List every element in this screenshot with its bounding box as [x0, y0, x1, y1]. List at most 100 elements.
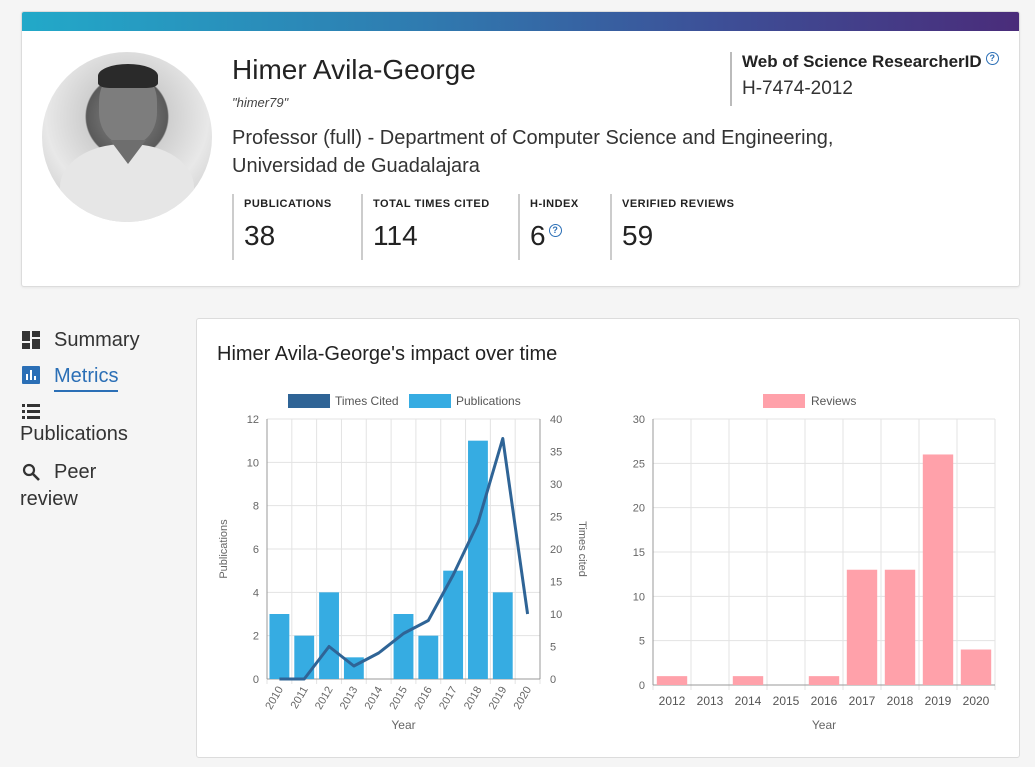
header-gradient-bar — [22, 12, 1019, 31]
x-tick-label: 2011 — [289, 685, 311, 711]
profile-position: Professor (full) - Department of Compute… — [232, 127, 834, 177]
y-tick-label: 25 — [633, 458, 645, 470]
stat-publications: PUBLICATIONS 38 — [232, 194, 361, 260]
stat-h-index: H-INDEX 6 ? — [518, 194, 610, 260]
list-icon — [22, 404, 40, 419]
avatar — [42, 52, 212, 222]
sidebar-item-metrics[interactable]: Metrics — [20, 361, 180, 397]
x-tick-label: 2013 — [697, 694, 724, 708]
y-tick-label: 2 — [253, 631, 259, 643]
stats-row: PUBLICATIONS 38 TOTAL TIMES CITED 114 H-… — [232, 194, 762, 260]
y2-tick-label: 40 — [550, 414, 562, 426]
publications-bar — [468, 440, 488, 679]
researcher-id-block: Web of Science ResearcherID ? H-7474-201… — [730, 52, 999, 106]
y-tick-label: 30 — [633, 414, 645, 426]
y2-tick-label: 35 — [550, 447, 562, 459]
legend-swatch-reviews — [763, 394, 805, 408]
y-tick-label: 4 — [253, 587, 259, 599]
y-tick-label: 0 — [639, 680, 645, 692]
stat-label: PUBLICATIONS — [244, 198, 332, 210]
x-tick-label: 2020 — [512, 685, 535, 712]
sidebar-item-summary[interactable]: Summary — [20, 325, 180, 361]
sidebar-nav: Summary Metrics Publications Peer review — [20, 325, 180, 519]
legend-swatch-publications — [409, 394, 451, 408]
y2-tick-label: 25 — [550, 512, 562, 524]
dashboard-icon — [22, 331, 40, 349]
x-tick-label: 2012 — [659, 694, 686, 708]
x-tick-label: 2015 — [773, 694, 800, 708]
stat-value-wrap: 6 ? — [530, 220, 610, 252]
x-tick-label: 2019 — [487, 685, 510, 712]
y-tick-label: 10 — [633, 591, 645, 603]
legend-label-publications: Publications — [456, 394, 521, 408]
profile-nickname: "himer79" — [232, 95, 289, 110]
reviews-bar — [884, 569, 916, 685]
x-tick-label: 2020 — [963, 694, 990, 708]
x-tick-label: 2014 — [363, 685, 386, 712]
publications-bar — [418, 635, 439, 679]
legend-label-reviews: Reviews — [811, 394, 856, 408]
reviews-bar — [922, 454, 954, 685]
sidebar-item-label: Summary — [54, 329, 140, 351]
y2-tick-label: 15 — [550, 577, 562, 589]
publications-bar — [294, 635, 315, 679]
reviews-bar — [732, 676, 764, 685]
reviews-chart: 0 5 10 15 20 25 30 2012 2013 2014 2015 2016 2017 2018… — [633, 394, 996, 732]
y2-axis-title: Times cited — [576, 521, 588, 577]
impact-chart: 02468101205101520253035402010 2011 2012 201… — [218, 394, 588, 732]
sidebar-item-publications[interactable]: Publications — [20, 397, 180, 459]
profile-name: Himer Avila-George — [232, 54, 476, 85]
x-tick-label: 2016 — [412, 685, 435, 712]
metrics-title: Himer Avila-George's impact over time — [217, 343, 558, 365]
sidebar-item-label: Metrics — [54, 365, 119, 392]
x-tick-label: 2016 — [811, 694, 838, 708]
stat-value: 38 — [244, 220, 276, 251]
stat-label: TOTAL TIMES CITED — [373, 198, 490, 210]
stat-value: 6 — [530, 220, 546, 251]
y-tick-label: 10 — [247, 457, 259, 469]
reviews-bar — [808, 676, 840, 685]
y2-tick-label: 30 — [550, 479, 562, 491]
x-tick-label: 2019 — [925, 694, 952, 708]
reviews-bar — [656, 676, 688, 685]
help-icon[interactable]: ? — [548, 224, 562, 237]
stat-value: 114 — [373, 220, 418, 251]
x-tick-label: 2010 — [263, 685, 286, 712]
y-tick-label: 20 — [633, 503, 645, 515]
bar-chart-icon — [22, 366, 40, 384]
y2-tick-label: 20 — [550, 544, 562, 556]
x-tick-label: 2015 — [387, 685, 410, 712]
x-tick-label: 2014 — [735, 694, 762, 708]
legend-swatch-times-cited — [288, 394, 330, 408]
publications-bar — [319, 592, 339, 679]
help-icon[interactable]: ? — [985, 52, 999, 65]
reviews-bar — [960, 649, 992, 685]
sidebar-item-label: Publications — [20, 423, 128, 445]
publications-bar — [393, 614, 414, 679]
stat-label: H-INDEX — [530, 198, 579, 210]
x-axis-title: Year — [812, 718, 836, 732]
publications-bar — [269, 614, 290, 679]
x-tick-label: 2018 — [462, 685, 485, 712]
x-tick-label: 2018 — [887, 694, 914, 708]
researcher-id-value: H-7474-2012 — [742, 78, 853, 99]
researcher-id-label: Web of Science ResearcherID — [742, 52, 982, 71]
x-tick-label: 2017 — [437, 685, 460, 712]
stat-verified-reviews: VERIFIED REVIEWS 59 — [610, 194, 762, 260]
metrics-card: Himer Avila-George's impact over time 02… — [196, 318, 1020, 758]
y-tick-label: 0 — [253, 674, 259, 686]
publications-bar — [492, 592, 513, 679]
y2-tick-label: 5 — [550, 642, 556, 654]
x-tick-label: 2017 — [849, 694, 876, 708]
sidebar-item-peer-review[interactable]: Peer review — [20, 459, 180, 519]
x-axis-title: Year — [391, 718, 415, 732]
legend-label-times-cited: Times Cited — [335, 394, 399, 408]
y-tick-label: 6 — [253, 544, 259, 556]
y-tick-label: 8 — [253, 501, 259, 513]
x-tick-label: 2012 — [313, 685, 336, 712]
stat-label: VERIFIED REVIEWS — [622, 198, 735, 210]
y2-tick-label: 0 — [550, 674, 556, 686]
sidebar-item-label: Peer review — [20, 461, 97, 510]
x-tick-label: 2013 — [338, 685, 361, 712]
reviews-bar — [846, 569, 878, 685]
